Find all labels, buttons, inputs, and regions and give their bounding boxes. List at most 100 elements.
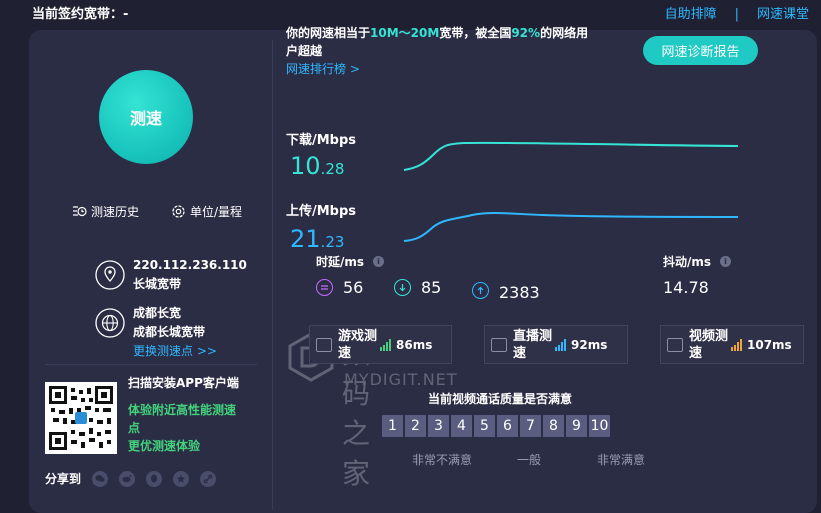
download-int: 10 <box>290 152 321 180</box>
latency-upload: 2383 <box>472 278 540 302</box>
gear-icon <box>172 205 185 218</box>
wechat-icon <box>95 475 105 482</box>
watermark-en: MYDIGIT.NET <box>344 370 458 389</box>
globe-icon <box>95 308 125 338</box>
rating-6-button[interactable]: 6 <box>497 415 518 437</box>
speed-classroom-link[interactable]: 网速课堂 <box>757 7 809 22</box>
contract-bandwidth: 当前签约宽带：- <box>32 7 129 22</box>
signal-bars-icon <box>380 338 392 351</box>
live-test-name: 直播测速 <box>513 328 553 361</box>
qq-icon <box>151 474 158 482</box>
upload-arrow-icon <box>472 281 489 299</box>
rating-9-button[interactable]: 9 <box>566 415 587 437</box>
download-arrow-icon <box>394 279 411 296</box>
upload-label: 上传/Mbps <box>286 204 357 219</box>
ip-info: 220.112.236.110 长城宽带 <box>95 256 247 294</box>
top-bar: 当前签约宽带：- 自助排障 | 网速课堂 <box>0 0 821 26</box>
game-test-latency: 86ms <box>396 337 433 352</box>
self-troubleshoot-link[interactable]: 自助排障 <box>665 7 717 22</box>
summary-prefix: 你的网速相当于 <box>286 26 371 40</box>
speed-test-panel: 测速 测速历史 单位/量程 220.112.236.110 长城宽带 成都长宽 … <box>29 30 817 513</box>
history-label: 测速历史 <box>91 205 140 219</box>
qr-description: 扫描安装APP客户端 体验附近高性能测速点 更优测速体验 <box>128 374 240 455</box>
favorite-share-button[interactable] <box>173 470 190 487</box>
rating-2-button[interactable]: 2 <box>405 415 426 437</box>
history-button[interactable]: 测速历史 <box>72 203 139 220</box>
summary-mid: 宽带，被全国 <box>439 26 512 40</box>
latency-ping-value: 56 <box>343 278 364 297</box>
rating-high-label: 非常满意 <box>597 453 646 467</box>
section-divider <box>45 364 257 365</box>
rating-8-button[interactable]: 8 <box>543 415 564 437</box>
jitter-label-row: 抖动/ms i <box>663 253 732 270</box>
latency-ping: 56 <box>316 278 363 297</box>
download-value: 10.28 <box>290 152 344 180</box>
live-test-latency: 92ms <box>571 337 608 352</box>
history-icon <box>73 206 87 217</box>
latency-help-icon[interactable]: i <box>373 256 385 267</box>
column-divider <box>272 40 273 510</box>
qq-share-button[interactable] <box>146 470 163 487</box>
latency-upload-value: 2383 <box>499 283 540 302</box>
rating-mid-label: 一般 <box>517 453 542 467</box>
unit-range-button[interactable]: 单位/量程 <box>171 203 242 220</box>
start-speed-test-button[interactable]: 测速 <box>99 70 193 164</box>
latency-download-value: 85 <box>421 278 442 297</box>
game-test-card[interactable]: 游戏测速 86ms <box>309 325 452 364</box>
download-label: 下载/Mbps <box>286 133 357 148</box>
signal-bars-icon <box>555 338 567 351</box>
share-bar: 分享到 <box>45 470 217 487</box>
live-test-card[interactable]: 直播测速 92ms <box>484 325 628 364</box>
upload-value: 21.23 <box>290 225 344 253</box>
rating-scale: 1 2 3 4 5 6 7 8 9 10 <box>382 415 612 437</box>
download-curve <box>403 141 739 171</box>
latency-label: 时延/ms <box>316 255 365 269</box>
qr-code-icon <box>49 386 113 450</box>
diagnosis-report-button[interactable]: 网速诊断报告 <box>643 36 758 65</box>
copy-link-share-button[interactable] <box>200 470 217 487</box>
unit-range-label: 单位/量程 <box>190 205 243 219</box>
qr-title: 扫描安装APP客户端 <box>128 376 239 390</box>
share-label: 分享到 <box>45 472 82 486</box>
change-node-link[interactable]: 更换测速点 >> <box>133 342 217 361</box>
link-icon <box>203 474 213 483</box>
rating-3-button[interactable]: 3 <box>428 415 449 437</box>
download-dec: .28 <box>320 160 345 178</box>
link-separator: | <box>734 7 739 22</box>
app-qr-code <box>45 382 117 454</box>
upload-int: 21 <box>290 225 321 253</box>
rating-7-button[interactable]: 7 <box>520 415 541 437</box>
ip-address: 220.112.236.110 <box>133 258 247 272</box>
jitter-label: 抖动/ms <box>663 255 712 269</box>
video-test-card[interactable]: 视频测速 107ms <box>660 325 804 364</box>
wechat-share-button[interactable] <box>92 470 109 487</box>
rating-1-button[interactable]: 1 <box>382 415 403 437</box>
node-city: 成都长宽 <box>133 306 182 320</box>
jitter-help-icon[interactable]: i <box>720 256 732 267</box>
isp-name: 长城宽带 <box>133 277 182 291</box>
video-icon <box>667 337 683 352</box>
ping-icon <box>316 279 333 296</box>
video-test-name: 视频测速 <box>689 328 729 361</box>
qr-line-2: 更优测速体验 <box>128 439 201 453</box>
rating-10-button[interactable]: 10 <box>589 415 610 437</box>
rating-4-button[interactable]: 4 <box>451 415 472 437</box>
game-test-name: 游戏测速 <box>338 328 378 361</box>
location-pin-icon <box>95 260 125 290</box>
rating-5-button[interactable]: 5 <box>474 415 495 437</box>
weibo-icon <box>122 475 132 483</box>
speed-ranking-link[interactable]: 网速排行榜 > <box>286 60 596 78</box>
jitter-value: 14.78 <box>663 278 709 297</box>
weibo-share-button[interactable] <box>119 470 136 487</box>
node-info: 成都长宽 成都长城宽带 更换测速点 >> <box>95 304 217 361</box>
upload-curve <box>403 212 739 242</box>
rating-low-label: 非常不满意 <box>412 453 473 467</box>
node-name: 成都长城宽带 <box>133 325 206 339</box>
upload-dec: .23 <box>320 233 345 251</box>
qr-line-1: 体验附近高性能测速点 <box>128 403 237 435</box>
summary-range: 10M～20M <box>370 26 440 40</box>
speed-summary: 你的网速相当于10M～20M宽带，被全国92%的网络用户超越 网速排行榜 > <box>286 24 596 78</box>
rating-title: 当前视频通话质量是否满意 <box>428 392 573 406</box>
top-links: 自助排障 | 网速课堂 <box>665 3 809 22</box>
summary-percent: 92% <box>511 26 541 40</box>
